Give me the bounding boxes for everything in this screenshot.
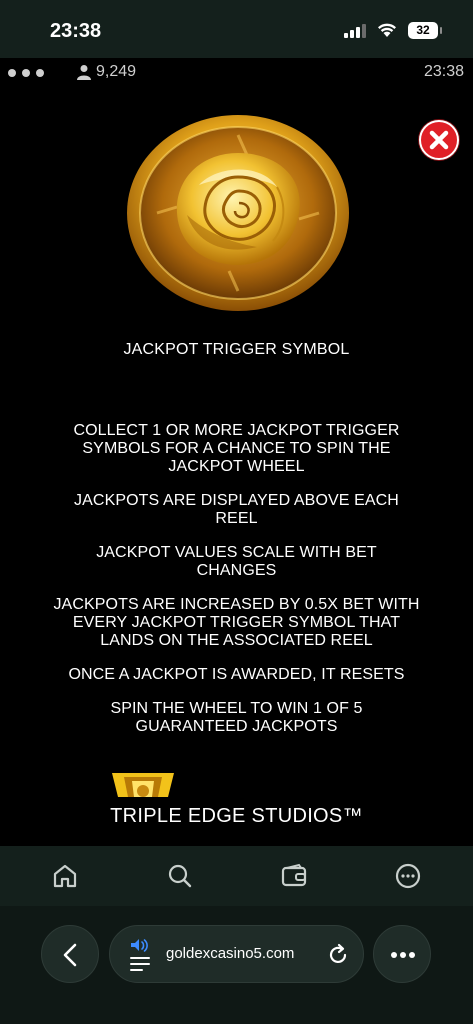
- back-button[interactable]: [41, 925, 99, 983]
- home-icon[interactable]: [50, 861, 80, 891]
- symbol-title: JACKPOT TRIGGER SYMBOL: [123, 341, 350, 358]
- studio-name: TRIPLE EDGE STUDIOS™: [110, 805, 363, 827]
- close-button[interactable]: [419, 120, 459, 160]
- players-count: 9,249: [96, 63, 137, 80]
- rule-text: JACKPOT VALUES SCALE WITH BET CHANGES: [96, 544, 377, 579]
- rules-list: COLLECT 1 OR MORE JACKPOT TRIGGER SYMBOL…: [50, 422, 423, 752]
- reload-icon[interactable]: [326, 943, 350, 967]
- golden-rose-coin-icon: [127, 115, 349, 311]
- search-icon[interactable]: [165, 861, 195, 891]
- status-time: 23:38: [50, 20, 102, 42]
- chevron-left-icon: [63, 943, 77, 967]
- more-circle-icon[interactable]: [393, 861, 423, 891]
- players-online: 9,249: [76, 62, 136, 82]
- menu-dots-icon[interactable]: [8, 69, 44, 77]
- wifi-icon: [378, 23, 396, 37]
- wallet-icon[interactable]: [279, 861, 309, 891]
- browser-tab-bar: [0, 846, 473, 906]
- battery-cap: [440, 27, 442, 34]
- close-icon: [429, 130, 449, 150]
- status-bar: 23:38 32: [0, 0, 473, 58]
- cellular-signal-icon: [344, 24, 366, 38]
- studio-logo-icon: [110, 771, 176, 797]
- symbol-section: JACKPOT TRIGGER SYMBOL: [0, 340, 473, 359]
- game-clock: 23:38: [423, 63, 464, 80]
- user-icon: [77, 65, 91, 80]
- game-info-bar: 9,249 23:38: [0, 58, 473, 88]
- battery-icon: 32: [408, 22, 438, 39]
- ellipsis-icon: [391, 952, 415, 958]
- rule-text: JACKPOTS ARE INCREASED BY 0.5X BET WITH …: [53, 596, 420, 649]
- url-bar[interactable]: goldexcasino5.com: [109, 925, 364, 983]
- rule-text: SPIN THE WHEEL TO WIN 1 OF 5 GUARANTEED …: [110, 700, 363, 735]
- speaker-reader-icon[interactable]: [128, 938, 152, 972]
- rule-text: JACKPOTS ARE DISPLAYED ABOVE EACH REEL: [74, 492, 399, 527]
- rule-text: COLLECT 1 OR MORE JACKPOT TRIGGER SYMBOL…: [73, 422, 400, 475]
- browser-menu-button[interactable]: [373, 925, 431, 983]
- rule-text: ONCE A JACKPOT IS AWARDED, IT RESETS: [68, 666, 405, 683]
- url-text: goldexcasino5.com: [166, 945, 295, 962]
